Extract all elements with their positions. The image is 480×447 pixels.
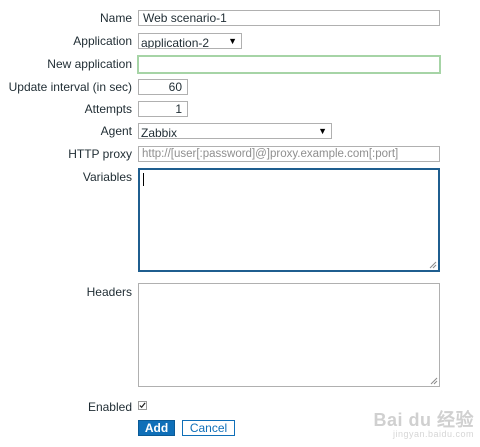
- web-scenario-form: Name Application application-2 ▼ New app…: [0, 0, 480, 447]
- http-proxy-label: HTTP proxy: [68, 147, 132, 161]
- text-cursor: [143, 173, 144, 186]
- enabled-label: Enabled: [87, 400, 132, 414]
- attempts-label: Attempts: [84, 102, 132, 116]
- application-select[interactable]: application-2 ▼: [138, 33, 242, 49]
- agent-label: Agent: [100, 124, 132, 138]
- application-select-value: application-2: [141, 36, 210, 49]
- http-proxy-input[interactable]: [138, 146, 440, 162]
- add-button[interactable]: Add: [138, 420, 175, 436]
- watermark-brand: Bai du 经验: [373, 410, 474, 430]
- watermark-url: jingyan.baidu.com: [392, 429, 474, 439]
- chevron-down-icon: ▼: [228, 36, 237, 46]
- watermark: Bai du 经验 jingyan.baidu.com: [373, 411, 474, 439]
- name-label: Name: [99, 11, 132, 25]
- resize-grip-icon[interactable]: [429, 261, 437, 269]
- agent-select-value: Zabbix: [141, 126, 178, 139]
- application-label: Application: [73, 34, 132, 48]
- resize-grip-icon[interactable]: [430, 377, 438, 385]
- variables-label: Variables: [82, 170, 132, 184]
- chevron-down-icon: ▼: [318, 126, 327, 136]
- attempts-input[interactable]: [138, 101, 188, 117]
- headers-label: Headers: [86, 285, 132, 299]
- variables-textarea[interactable]: [138, 168, 440, 272]
- new-application-input[interactable]: [137, 55, 441, 74]
- update-interval-input[interactable]: [138, 79, 188, 95]
- checkmark-icon: [139, 402, 146, 409]
- update-interval-label: Update interval (in sec): [8, 80, 132, 94]
- headers-textarea[interactable]: [138, 283, 440, 387]
- name-input[interactable]: [138, 10, 440, 26]
- agent-select[interactable]: Zabbix ▼: [138, 123, 332, 139]
- new-application-label: New application: [47, 57, 132, 71]
- enabled-checkbox[interactable]: [138, 401, 147, 410]
- cancel-button[interactable]: Cancel: [182, 420, 235, 436]
